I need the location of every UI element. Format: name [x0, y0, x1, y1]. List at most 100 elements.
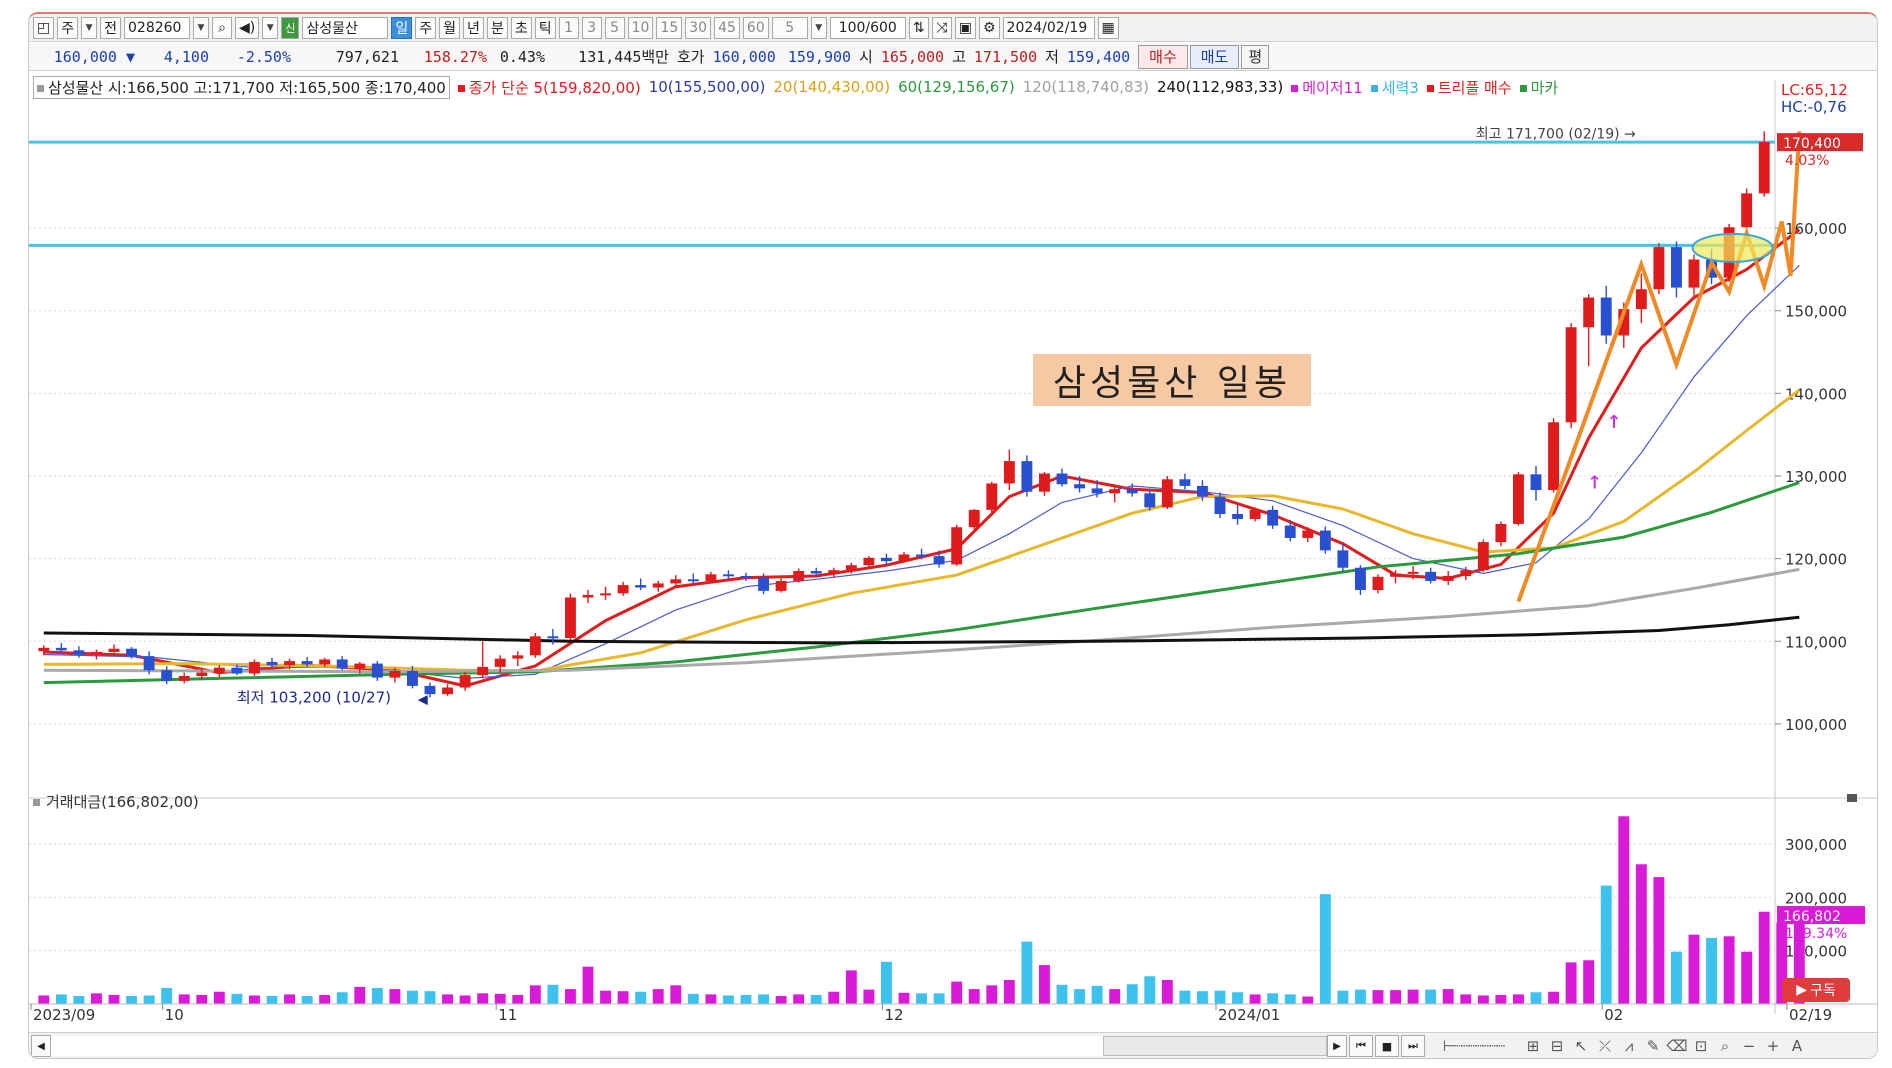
legend-stock-text: 삼성물산 시:166,500 고:171,700 저:165,500 종:170…: [48, 78, 446, 97]
scroll-right-arrow[interactable]: ▶: [1327, 1035, 1347, 1057]
jump-start-button[interactable]: ⏮: [1349, 1035, 1373, 1057]
candle-body: [600, 593, 611, 596]
legend-ma60[interactable]: 60(129,156,67): [898, 78, 1015, 96]
candle-body: [231, 667, 243, 674]
candle-body: [1284, 525, 1296, 538]
candle-body: [617, 585, 629, 594]
jump-end-button[interactable]: ⏭: [1401, 1035, 1425, 1057]
candle-body: [1741, 193, 1753, 228]
subscribe-button[interactable]: ▶ 구독: [1782, 978, 1850, 1002]
window-icon[interactable]: ⊟: [1545, 1036, 1569, 1056]
volume-bar: [723, 995, 734, 1004]
candle-body: [1758, 142, 1770, 194]
volume-bar: [1688, 934, 1700, 1004]
candle-body: [1179, 479, 1191, 486]
volume-bar: [600, 990, 611, 1004]
trend-line-icon[interactable]: ↖: [1569, 1036, 1593, 1056]
legend-ma10[interactable]: 10(155,500,00): [649, 78, 766, 96]
candle-body: [951, 527, 963, 565]
lc-hc-readout: LC:65,12 HC:-0,76: [1781, 82, 1848, 116]
candle-body: [477, 666, 489, 676]
chart-title-banner: 삼성물산 일봉: [1033, 354, 1311, 406]
candle-body: [108, 648, 120, 652]
wave-icon[interactable]: ⩘: [1617, 1036, 1641, 1056]
legend-triple[interactable]: 트리플 매수: [1426, 77, 1512, 98]
legend-force[interactable]: 세력3: [1370, 77, 1419, 98]
volume-bar: [249, 995, 260, 1004]
candle-body: [512, 655, 524, 659]
legend-ma20[interactable]: 20(140,430,00): [773, 78, 890, 96]
candle-body: [723, 574, 734, 577]
volume-bar: [1337, 990, 1349, 1004]
zoom-slider[interactable]: ⊢┈┈┈┈┈┈┈: [1425, 1036, 1521, 1056]
volume-bar: [284, 994, 295, 1004]
candle-body: [213, 667, 225, 673]
volume-bar: [319, 994, 331, 1004]
legend-marker[interactable]: 마카: [1519, 77, 1558, 98]
volume-bar: [1056, 984, 1068, 1004]
candle-body: [1074, 484, 1085, 489]
capture-icon[interactable]: ⊡: [1689, 1036, 1713, 1056]
volume-bar: [1741, 951, 1753, 1004]
x-tick-label: 11: [498, 1006, 517, 1024]
volume-tick-label: 200,000: [1785, 889, 1847, 907]
volume-bar: [477, 993, 489, 1004]
legend-ma240[interactable]: 240(112,983,33): [1157, 78, 1283, 96]
font-icon[interactable]: A: [1785, 1036, 1809, 1056]
candle-body: [126, 648, 137, 657]
legend-ma-title[interactable]: 종가 단순 5(159,820,00): [457, 77, 641, 98]
legend-stock[interactable]: 삼성물산 시:166,500 고:171,700 저:165,500 종:170…: [33, 75, 450, 99]
scroll-left-arrow[interactable]: ◀: [31, 1035, 51, 1057]
low-annotation: 최저 103,200 (10/27): [237, 688, 391, 706]
candle-body: [1372, 576, 1384, 591]
candle-body: [38, 647, 50, 652]
candle-body: [1144, 493, 1156, 508]
candle-body: [196, 672, 208, 676]
zoom-out-icon[interactable]: −: [1737, 1036, 1761, 1056]
stop-button[interactable]: ■: [1375, 1035, 1399, 1057]
candle-body: [1583, 297, 1595, 328]
candle-body: [1039, 473, 1050, 492]
candle-body: [1337, 550, 1349, 568]
volume-bar: [196, 994, 208, 1004]
volume-bar: [1161, 980, 1173, 1004]
scroll-track[interactable]: [51, 1036, 1103, 1056]
candle-body: [1425, 571, 1437, 581]
lc-value: LC:65,12: [1781, 81, 1848, 99]
legend-major[interactable]: 메이저11: [1291, 77, 1363, 98]
volume-bar: [1635, 864, 1647, 1004]
pen-icon[interactable]: ✎: [1641, 1036, 1665, 1056]
volume-bar: [635, 991, 647, 1004]
volume-bar: [1179, 990, 1191, 1004]
candle-body: [810, 571, 822, 574]
candle-body: [1688, 259, 1700, 288]
volume-bar: [38, 995, 50, 1004]
volume-bar: [1460, 994, 1472, 1004]
x-tick-label: 10: [165, 1006, 184, 1024]
volume-legend[interactable]: 거래대금(166,802,00): [33, 791, 199, 812]
volume-bar: [1074, 989, 1085, 1004]
volume-bar: [1319, 894, 1331, 1004]
magnify-icon[interactable]: ⌕: [1713, 1036, 1737, 1056]
candle-body: [459, 675, 471, 688]
volume-bar: [231, 993, 243, 1004]
scroll-thumb[interactable]: [1103, 1036, 1327, 1056]
eraser-icon[interactable]: ⌫: [1665, 1036, 1689, 1056]
volume-bar: [336, 992, 348, 1004]
zoom-in-icon[interactable]: +: [1761, 1036, 1785, 1056]
chart-window: ◰ 주 ▼ 전 028260 ▼ ⌕ ◀) ▼ 신 삼성물산 일 주 월 년 분…: [28, 12, 1878, 1059]
legend-ma120[interactable]: 120(118,740,83): [1023, 78, 1149, 96]
candle-body: [1232, 514, 1243, 519]
grid-icon[interactable]: ⊞: [1521, 1036, 1545, 1056]
volume-bar: [793, 994, 805, 1004]
candle-body: [1056, 473, 1068, 485]
candle-body: [1302, 530, 1314, 538]
hc-value: HC:-0,76: [1781, 98, 1847, 116]
price-chart[interactable]: 160,000150,000140,000130,000120,000110,0…: [29, 14, 1877, 1032]
candle-body: [1390, 573, 1401, 577]
candle-body: [1267, 509, 1279, 526]
candle-body: [582, 594, 594, 598]
volume-bar: [758, 994, 769, 1004]
volume-bar: [705, 994, 717, 1004]
fibo-icon[interactable]: ⤫: [1593, 1036, 1617, 1056]
